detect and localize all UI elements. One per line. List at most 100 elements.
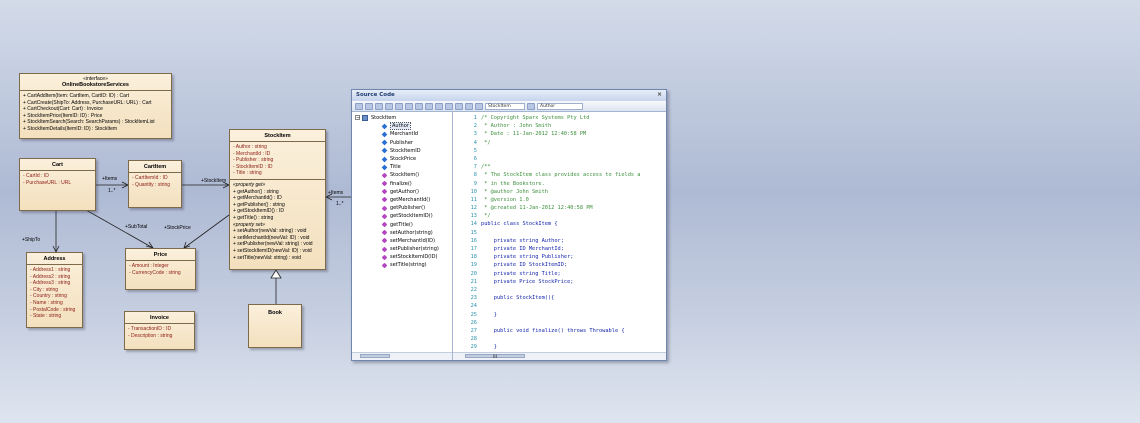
code-outline-tree[interactable]: − StockItem Author MerchantId Publisher Sto… bbox=[352, 112, 453, 360]
code-line: 15 bbox=[453, 229, 666, 237]
tree-item[interactable]: getAuthor() bbox=[352, 188, 452, 196]
operation-icon bbox=[381, 180, 388, 187]
tree-item[interactable]: Author bbox=[352, 122, 452, 131]
code-text: public class StockItem { bbox=[481, 221, 558, 228]
collapse-icon[interactable]: − bbox=[355, 115, 360, 121]
close-icon[interactable]: × bbox=[657, 91, 662, 98]
operation-icon bbox=[381, 197, 388, 203]
tree-item-label: StockItemID bbox=[390, 147, 421, 154]
source-code-window[interactable]: Source Code × StockItem Author − StockIt… bbox=[351, 89, 667, 361]
line-number: 23 bbox=[470, 295, 477, 302]
find-next-icon[interactable] bbox=[425, 102, 433, 110]
label-subtotal: +SubTotal bbox=[125, 224, 148, 230]
class-cartitem[interactable]: CartItem - CartItemId : ID - Quantity : … bbox=[128, 160, 182, 208]
tree-item[interactable]: getMerchantId() bbox=[352, 196, 452, 204]
tree-item[interactable]: setStockItemID(ID) bbox=[352, 253, 452, 261]
code-text: */ bbox=[481, 139, 491, 146]
member-selector[interactable]: Author bbox=[537, 102, 583, 110]
class-stockitem[interactable]: StockItem - Author : string - MerchantId… bbox=[229, 129, 326, 270]
code-line: 16 private string Author; bbox=[453, 237, 666, 245]
class-selector[interactable]: StockItem bbox=[485, 102, 525, 110]
class-attribute: - PurchaseURL : URL bbox=[23, 179, 72, 186]
line-number: 2 bbox=[473, 123, 477, 130]
attribute-icon bbox=[381, 131, 388, 138]
tree-item[interactable]: getTitle() bbox=[352, 220, 452, 228]
compare-icon[interactable] bbox=[475, 102, 483, 110]
list-icon[interactable] bbox=[365, 102, 373, 110]
interface-stereotype: «interface» bbox=[83, 76, 108, 82]
class-attribute: - Name : string bbox=[30, 299, 63, 306]
tree-item-label: StockItem() bbox=[390, 172, 420, 179]
class-address[interactable]: Address - Address1 : string - Address2 :… bbox=[26, 252, 83, 328]
line-number: 18 bbox=[470, 254, 477, 261]
code-line: 26 bbox=[453, 319, 666, 327]
tree-scrollbar[interactable] bbox=[352, 352, 452, 360]
operation-icon bbox=[381, 254, 388, 261]
tree-root[interactable]: StockItem bbox=[352, 114, 452, 122]
line-number: 13 bbox=[470, 213, 477, 220]
operation-icon bbox=[381, 238, 388, 244]
help-icon[interactable] bbox=[385, 102, 393, 110]
tree-item[interactable]: StockPrice bbox=[352, 155, 452, 163]
class-cart[interactable]: Cart - CartId : ID - PurchaseURL : URL bbox=[19, 158, 96, 211]
tree-item[interactable]: getPublisher() bbox=[352, 204, 452, 212]
class-invoice[interactable]: Invoice - TransactionID : ID - Descripti… bbox=[124, 311, 195, 350]
code-editor[interactable]: 1/* Copyright Sparx Systems Pty Ltd 2 * A… bbox=[453, 112, 666, 360]
class-name: Book bbox=[268, 310, 282, 316]
operation-icon bbox=[381, 229, 388, 236]
bookmark-icon[interactable] bbox=[445, 102, 453, 110]
tree-item[interactable]: setTitle(string) bbox=[352, 261, 452, 269]
interface-online-bookstore-services[interactable]: «interface» OnlineBookstoreServices + Ca… bbox=[19, 73, 172, 139]
class-attribute: - CartItemId : ID bbox=[132, 175, 168, 181]
code-text: } bbox=[481, 311, 497, 318]
code-text: public void finalize() throws Throwable … bbox=[481, 327, 625, 334]
code-line: 8 * The StockItem class provides access … bbox=[453, 171, 666, 179]
code-text: * @author John Smith bbox=[481, 188, 548, 195]
scroll-thumb[interactable]: III bbox=[465, 354, 525, 359]
interface-operation: + CartCreate(ShipTo: Address, PurchaseUR… bbox=[23, 99, 152, 106]
zoom-icon[interactable] bbox=[435, 102, 443, 110]
tree-item-label: finalize() bbox=[390, 180, 412, 187]
tree-item[interactable]: StockItemID bbox=[352, 147, 452, 155]
window-title-bar[interactable]: Source Code × bbox=[352, 90, 666, 101]
find-icon[interactable] bbox=[415, 102, 423, 110]
editor-scrollbar[interactable]: III bbox=[453, 352, 666, 360]
diagram-canvas[interactable]: +Items 1..* +StockItem +Items 1..* +SubT… bbox=[0, 0, 1140, 423]
settings-icon[interactable] bbox=[405, 102, 413, 110]
line-number: 4 bbox=[473, 139, 477, 146]
code-line: 23 public StockItem(){ bbox=[453, 294, 666, 302]
line-number: 29 bbox=[470, 344, 477, 351]
refresh-icon[interactable] bbox=[395, 102, 403, 110]
class-attribute: - Author : string bbox=[233, 144, 267, 150]
code-text: private Price StockPrice; bbox=[481, 278, 574, 285]
tree-item[interactable]: finalize() bbox=[352, 180, 452, 188]
goto-icon[interactable] bbox=[455, 102, 463, 110]
outline-icon[interactable] bbox=[375, 102, 383, 110]
class-price[interactable]: Price - Amount : Integer - CurrencyCode … bbox=[125, 248, 196, 290]
label-items-source: +Items bbox=[328, 190, 344, 196]
tree-item[interactable]: getStockItemID() bbox=[352, 212, 452, 220]
save-icon[interactable] bbox=[465, 102, 473, 110]
label-multiplicity: 1..* bbox=[108, 188, 116, 194]
tree-item[interactable]: StockItem() bbox=[352, 171, 452, 179]
line-number: 12 bbox=[470, 205, 477, 212]
code-text: * @version 1.0 bbox=[481, 196, 529, 203]
member-icon[interactable] bbox=[527, 102, 535, 110]
interface-operation: + StockItemDetails(ItemID: ID) : StockIt… bbox=[23, 125, 118, 132]
tree-item-label: setPublisher(string) bbox=[390, 246, 439, 253]
tree-item[interactable]: MerchantId bbox=[352, 130, 452, 138]
class-book[interactable]: Book bbox=[248, 304, 302, 348]
class-operation: + setStockItemID(newVal: ID) : void bbox=[233, 247, 312, 254]
code-text: * The StockItem class provides access to… bbox=[481, 172, 641, 179]
code-line: 14 public class StockItem { bbox=[453, 220, 666, 228]
tree-item[interactable]: setAuthor(string) bbox=[352, 229, 452, 237]
new-icon[interactable] bbox=[355, 102, 363, 110]
tree-item[interactable]: Title bbox=[352, 163, 452, 171]
tree-item[interactable]: setMerchantId(ID) bbox=[352, 237, 452, 245]
line-number: 6 bbox=[473, 155, 477, 162]
line-number: 1 bbox=[473, 115, 477, 121]
tree-item[interactable]: Publisher bbox=[352, 139, 452, 147]
tree-item-label: getAuthor() bbox=[390, 188, 419, 195]
line-number: 20 bbox=[470, 270, 477, 277]
tree-item[interactable]: setPublisher(string) bbox=[352, 245, 452, 253]
